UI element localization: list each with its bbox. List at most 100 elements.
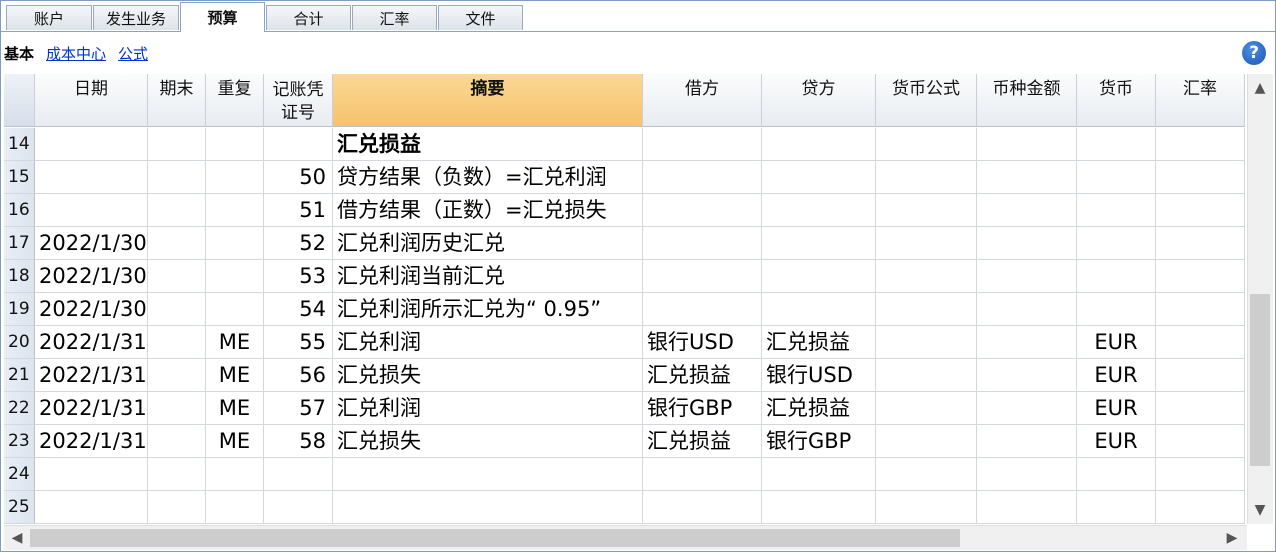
cell-currency-formula[interactable]: [876, 392, 977, 425]
table-row[interactable]: 20 2022/1/31 ME 55 汇兑利润 银行USD 汇兑损益 EUR: [4, 326, 1245, 359]
cell-currency[interactable]: [1077, 194, 1156, 227]
cell-currency-formula[interactable]: [876, 260, 977, 293]
cell-description[interactable]: 贷方结果（负数）=汇兑利润: [333, 161, 643, 194]
cell-period-end[interactable]: [148, 359, 206, 392]
header-voucher[interactable]: 记账凭 证号: [264, 74, 333, 127]
cell-credit[interactable]: [762, 491, 876, 524]
scroll-left-icon[interactable]: ◀: [7, 528, 27, 548]
table-row[interactable]: 25: [4, 491, 1245, 524]
table-row[interactable]: 22 2022/1/31 ME 57 汇兑利润 银行GBP 汇兑损益 EUR: [4, 392, 1245, 425]
cell-period-end[interactable]: [148, 458, 206, 491]
cell-currency-amount[interactable]: [977, 293, 1077, 326]
cell-description[interactable]: 汇兑利润: [333, 326, 643, 359]
cell-currency[interactable]: EUR: [1077, 359, 1156, 392]
cell-period-end[interactable]: [148, 227, 206, 260]
view-cost-center-link[interactable]: 成本中心: [46, 43, 106, 64]
cell-period-end[interactable]: [148, 425, 206, 458]
cell-exchange-rate[interactable]: [1156, 194, 1245, 227]
cell-date[interactable]: 2022/1/30: [35, 293, 148, 326]
cell-description[interactable]: 汇兑利润当前汇兑: [333, 260, 643, 293]
cell-currency-formula[interactable]: [876, 194, 977, 227]
cell-debit[interactable]: [643, 161, 762, 194]
cell-date[interactable]: 2022/1/31: [35, 359, 148, 392]
cell-repeat[interactable]: [206, 458, 264, 491]
table-row[interactable]: 21 2022/1/31 ME 56 汇兑损失 汇兑损益 银行USD EUR: [4, 359, 1245, 392]
row-number[interactable]: 20: [4, 326, 35, 359]
help-icon[interactable]: ?: [1242, 41, 1266, 65]
scroll-down-icon[interactable]: ▼: [1250, 500, 1270, 520]
row-number[interactable]: 21: [4, 359, 35, 392]
cell-date[interactable]: 2022/1/31: [35, 392, 148, 425]
cell-exchange-rate[interactable]: [1156, 326, 1245, 359]
cell-exchange-rate[interactable]: [1156, 128, 1245, 161]
cell-repeat[interactable]: ME: [206, 392, 264, 425]
cell-credit[interactable]: [762, 260, 876, 293]
cell-period-end[interactable]: [148, 161, 206, 194]
cell-voucher[interactable]: 54: [264, 293, 333, 326]
tab-totals[interactable]: 合计: [266, 5, 351, 30]
cell-period-end[interactable]: [148, 326, 206, 359]
cell-debit[interactable]: [643, 458, 762, 491]
cell-currency-formula[interactable]: [876, 326, 977, 359]
cell-debit[interactable]: [643, 194, 762, 227]
cell-currency-amount[interactable]: [977, 458, 1077, 491]
cell-repeat[interactable]: [206, 491, 264, 524]
horizontal-scrollbar[interactable]: ◀ ▶: [4, 525, 1247, 550]
cell-debit[interactable]: [643, 128, 762, 161]
cell-period-end[interactable]: [148, 491, 206, 524]
cell-currency-amount[interactable]: [977, 491, 1077, 524]
cell-description[interactable]: 汇兑利润所示汇兑为“ 0.95”: [333, 293, 643, 326]
cell-repeat[interactable]: [206, 194, 264, 227]
cell-credit[interactable]: 汇兑损益: [762, 326, 876, 359]
cell-currency-amount[interactable]: [977, 392, 1077, 425]
header-exchange-rate[interactable]: 汇率: [1156, 74, 1245, 127]
cell-description[interactable]: 汇兑损失: [333, 359, 643, 392]
table-row[interactable]: 15 50 贷方结果（负数）=汇兑利润: [4, 161, 1245, 194]
header-currency-amount[interactable]: 币种金额: [977, 74, 1077, 127]
header-credit[interactable]: 贷方: [762, 74, 876, 127]
row-number[interactable]: 24: [4, 458, 35, 491]
cell-date[interactable]: [35, 491, 148, 524]
cell-currency-amount[interactable]: [977, 161, 1077, 194]
cell-currency[interactable]: [1077, 161, 1156, 194]
cell-currency[interactable]: [1077, 458, 1156, 491]
cell-date[interactable]: [35, 458, 148, 491]
cell-debit[interactable]: 银行USD: [643, 326, 762, 359]
cell-repeat[interactable]: [206, 227, 264, 260]
cell-repeat[interactable]: [206, 161, 264, 194]
scroll-right-icon[interactable]: ▶: [1222, 528, 1242, 548]
cell-currency-amount[interactable]: [977, 194, 1077, 227]
row-number[interactable]: 23: [4, 425, 35, 458]
row-number[interactable]: 22: [4, 392, 35, 425]
header-period-end[interactable]: 期末: [148, 74, 206, 127]
cell-currency-amount[interactable]: [977, 128, 1077, 161]
cell-description[interactable]: 汇兑利润: [333, 392, 643, 425]
cell-date[interactable]: 2022/1/30: [35, 227, 148, 260]
cell-debit[interactable]: 汇兑损益: [643, 359, 762, 392]
cell-currency[interactable]: [1077, 293, 1156, 326]
cell-voucher[interactable]: [264, 458, 333, 491]
header-corner[interactable]: [4, 74, 35, 127]
cell-date[interactable]: [35, 194, 148, 227]
header-description[interactable]: 摘要: [333, 74, 643, 127]
cell-currency-formula[interactable]: [876, 128, 977, 161]
cell-period-end[interactable]: [148, 260, 206, 293]
cell-currency[interactable]: [1077, 128, 1156, 161]
cell-currency-formula[interactable]: [876, 359, 977, 392]
cell-voucher[interactable]: 53: [264, 260, 333, 293]
cell-voucher[interactable]: 55: [264, 326, 333, 359]
header-currency-formula[interactable]: 货币公式: [876, 74, 977, 127]
cell-credit[interactable]: 银行GBP: [762, 425, 876, 458]
cell-date[interactable]: 2022/1/31: [35, 425, 148, 458]
cell-credit[interactable]: [762, 227, 876, 260]
cell-credit[interactable]: 汇兑损益: [762, 392, 876, 425]
cell-currency-formula[interactable]: [876, 491, 977, 524]
cell-exchange-rate[interactable]: [1156, 491, 1245, 524]
cell-date[interactable]: [35, 161, 148, 194]
cell-currency[interactable]: EUR: [1077, 425, 1156, 458]
cell-debit[interactable]: [643, 227, 762, 260]
cell-currency-amount[interactable]: [977, 359, 1077, 392]
row-number[interactable]: 15: [4, 161, 35, 194]
cell-description[interactable]: [333, 491, 643, 524]
cell-period-end[interactable]: [148, 128, 206, 161]
